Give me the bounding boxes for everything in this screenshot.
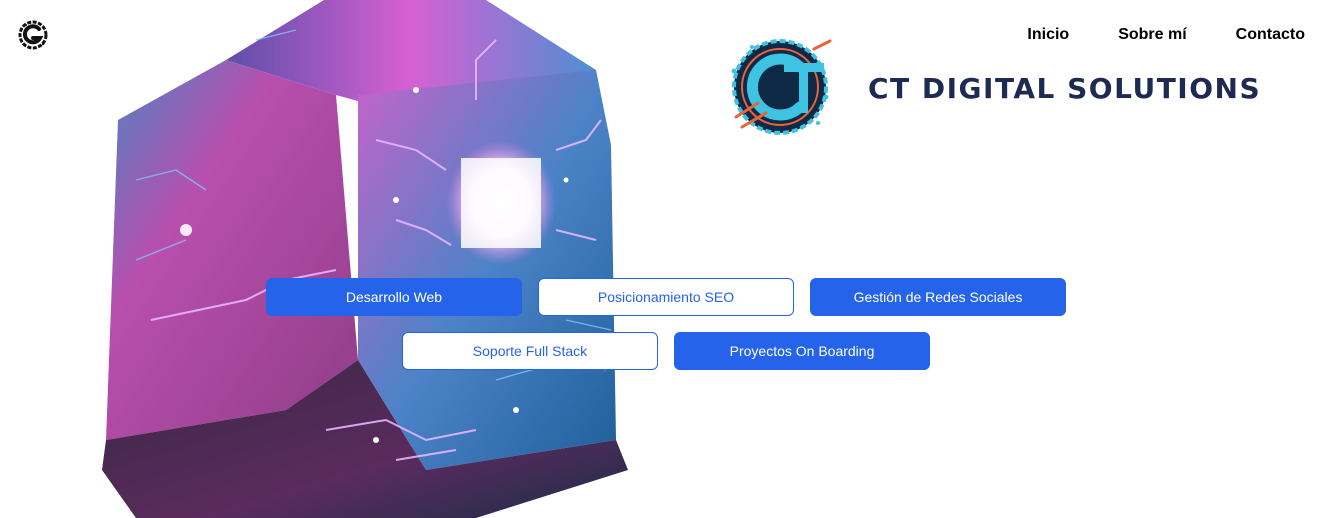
ct-emblem-icon bbox=[731, 39, 832, 135]
nav-contacto[interactable]: Contacto bbox=[1236, 24, 1305, 46]
nav-sobre-mi[interactable]: Sobre mí bbox=[1118, 24, 1186, 46]
posicionamiento-seo-button[interactable]: Posicionamiento SEO bbox=[538, 278, 794, 316]
g-logo-icon[interactable] bbox=[17, 19, 49, 51]
gestion-redes-sociales-button[interactable]: Gestión de Redes Sociales bbox=[810, 278, 1066, 316]
brand-name: CT DIGITAL SOLUTIONS bbox=[868, 72, 1262, 105]
main-nav: Inicio Sobre mí Contacto bbox=[1027, 24, 1305, 46]
proyectos-on-boarding-button[interactable]: Proyectos On Boarding bbox=[674, 332, 930, 370]
desarrollo-web-button[interactable]: Desarrollo Web bbox=[266, 278, 522, 316]
page: CT DIGITAL SOLUTIONS Inicio Sobre mí Con… bbox=[0, 0, 1330, 518]
nav-inicio[interactable]: Inicio bbox=[1027, 24, 1069, 46]
circuit-cube-image bbox=[102, 0, 628, 518]
soporte-full-stack-button[interactable]: Soporte Full Stack bbox=[402, 332, 658, 370]
